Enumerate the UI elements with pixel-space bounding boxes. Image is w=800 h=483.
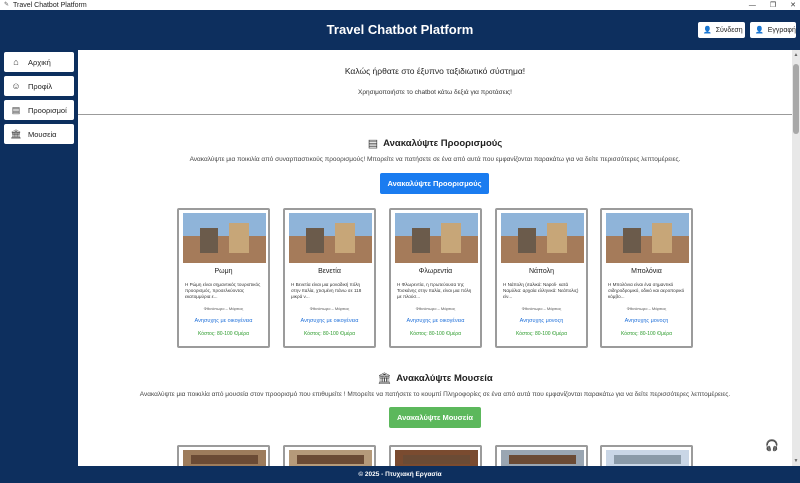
user-plus-icon: 👤 xyxy=(703,27,712,34)
destination-card[interactable]: Βενετία Η Βενετία είναι μια μοναδική πόλ… xyxy=(283,208,376,348)
destination-cost: Κόστος: 80-100 €/μέρα xyxy=(621,331,672,337)
home-icon: ⌂ xyxy=(13,57,19,67)
destination-season: Φθινόπωρο – Μάρτιος xyxy=(203,306,244,311)
window-titlebar: ✎ Travel Chatbot Platform — ❐ ✕ xyxy=(0,0,800,10)
museum-image xyxy=(501,450,584,466)
destination-cost: Κόστος: 80-100 €/μέρα xyxy=(304,331,355,337)
login-label: Σύνδεση xyxy=(715,26,743,34)
divider xyxy=(78,114,792,115)
museum-card[interactable] xyxy=(600,445,693,466)
destination-tag: Ανησυχης με οικογένεια xyxy=(300,318,359,324)
museum-card[interactable] xyxy=(389,445,482,466)
destination-card[interactable]: Νάπολη Η Νάπολη (ιταλικά: Napoli· κατά Ν… xyxy=(495,208,588,348)
destination-image xyxy=(501,213,584,263)
sidebar-item-label: Προορισμοί xyxy=(28,105,67,115)
museum-image xyxy=(606,450,689,466)
destination-description: Η Μπολόνια είναι ένα σημαντικό σιδηροδρο… xyxy=(608,282,685,299)
museum-icon: 🏛 xyxy=(377,373,392,385)
discover-destinations-button[interactable]: Ανακαλύψτε Προορισμούς xyxy=(380,173,489,194)
destination-image xyxy=(606,213,689,263)
sidebar-item-label: Προφίλ xyxy=(28,81,53,91)
app-icon: ✎ xyxy=(4,2,10,8)
sidebar-item-label: Μουσεία xyxy=(28,129,57,139)
destination-description: Η Νάπολη (ιταλικά: Napoli· κατά Ναμύλια:… xyxy=(503,282,579,299)
sidebar-item-home[interactable]: ⌂ Αρχική xyxy=(4,52,74,72)
window-controls: — ❐ ✕ xyxy=(749,0,796,10)
destination-name: Μπολόνια xyxy=(631,268,662,275)
destination-season: Φθινόπωρο – Μάρτιος xyxy=(521,306,562,311)
clipboard-icon: ▤ xyxy=(11,104,21,115)
destination-tag: Ανησυχης με οικογένεια xyxy=(406,318,465,324)
discover-museums-button[interactable]: Ανακαλύψτε Μουσεία xyxy=(389,407,481,428)
sidebar-item-destinations[interactable]: ▤ Προορισμοί xyxy=(4,100,74,120)
scrollbar-thumb[interactable] xyxy=(793,64,799,134)
destination-image xyxy=(289,213,372,263)
destination-card[interactable]: Φλωρεντία Η Φλωρεντία, η πρωτεύουσα της … xyxy=(389,208,482,348)
destination-name: Φλωρεντία xyxy=(418,268,453,275)
destination-description: Η Ρώμη είναι σημαντικός τουριστικός προο… xyxy=(185,282,261,299)
destination-season: Φθινόπωρο – Μάρτιος xyxy=(626,306,667,311)
destination-card[interactable]: Ρωμη Η Ρώμη είναι σημαντικός τουριστικός… xyxy=(177,208,270,348)
vertical-scrollbar[interactable]: ▲ ▼ xyxy=(792,50,800,466)
museum-image xyxy=(289,450,372,466)
clipboard-icon: ▤ xyxy=(367,138,379,150)
destinations-title: ▤ Ανακαλύψτε Προορισμούς xyxy=(78,137,792,150)
chatbot-button[interactable]: 🎧 xyxy=(762,435,782,455)
register-button[interactable]: 👤 Εγγραφή xyxy=(750,22,796,38)
sidebar-item-profile[interactable]: ☺ Προφίλ xyxy=(4,76,74,96)
destination-cost: Κόστος: 80-100 €/μέρα xyxy=(410,331,461,337)
destination-description: Η Βενετία είναι μια μοναδική πόλη στην Ι… xyxy=(291,282,362,299)
maximize-button[interactable]: ❐ xyxy=(770,1,776,9)
destination-tag: Ανησυχης μονοςη xyxy=(624,318,669,324)
destination-image xyxy=(395,213,478,263)
scroll-up-icon[interactable]: ▲ xyxy=(792,52,800,58)
destination-name: Ρωμη xyxy=(214,268,233,275)
destinations-description: Ανακαλύψτε μια ποικιλία από συναρπαστικο… xyxy=(189,156,681,163)
museum-card[interactable] xyxy=(495,445,588,466)
destination-image xyxy=(183,213,266,263)
destination-season: Φθινόπωρο – Μάρτιος xyxy=(309,306,350,311)
register-label: Εγγραφή xyxy=(767,26,796,34)
museums-description: Ανακαλύψτε μια ποικιλία από μουσεία στον… xyxy=(139,391,731,398)
destination-cost: Κόστος: 80-100 €/μέρα xyxy=(198,331,249,337)
museum-image xyxy=(395,450,478,466)
destination-cost: Κόστος: 80-100 €/μέρα xyxy=(516,331,567,337)
main-content: Καλώς ήρθατε στο έξυπνο ταξιδιωτικό σύστ… xyxy=(78,50,792,466)
destination-tag: Ανησυχης μονοςη xyxy=(519,318,564,324)
destination-tag: Ανησυχης με οικογένεια xyxy=(194,318,253,324)
destination-season: Φθινόπωρο – Μάρτιος xyxy=(415,306,456,311)
sidebar: ⌂ Αρχική ☺ Προφίλ ▤ Προορισμοί 🏛 Μουσεία xyxy=(0,50,78,468)
welcome-heading: Καλώς ήρθατε στο έξυπνο ταξιδιωτικό σύστ… xyxy=(344,66,526,76)
minimize-button[interactable]: — xyxy=(749,2,756,9)
scroll-down-icon[interactable]: ▼ xyxy=(792,458,800,464)
welcome-subtitle: Χρησιμοποιήστε το chatbot κάτω δεξιά για… xyxy=(358,89,512,96)
destination-name: Νάπολη xyxy=(529,268,554,275)
sidebar-item-museums[interactable]: 🏛 Μουσεία xyxy=(4,124,74,144)
destination-card[interactable]: Μπολόνια Η Μπολόνια είναι ένα σημαντικό … xyxy=(600,208,693,348)
museum-card[interactable] xyxy=(283,445,376,466)
app-title: Travel Chatbot Platform xyxy=(326,22,474,37)
museums-title-text: Ανακαλύψτε Μουσεία xyxy=(396,373,493,384)
museum-image xyxy=(183,450,266,466)
chatbot-icon: 🎧 xyxy=(765,439,779,452)
user-add-icon: 👤 xyxy=(755,27,764,34)
sidebar-item-label: Αρχική xyxy=(28,57,51,67)
window-title: Travel Chatbot Platform xyxy=(13,1,87,9)
destinations-title-text: Ανακαλύψτε Προορισμούς xyxy=(383,138,503,149)
user-icon: ☺ xyxy=(11,81,21,91)
museum-card[interactable] xyxy=(177,445,270,466)
museums-title: 🏛 Ανακαλύψτε Μουσεία xyxy=(78,372,792,385)
museum-icon: 🏛 xyxy=(10,128,22,139)
close-button[interactable]: ✕ xyxy=(790,1,796,9)
destination-name: Βενετία xyxy=(318,268,341,275)
app-header: Travel Chatbot Platform 👤 Σύνδεση 👤 Εγγρ… xyxy=(0,10,800,50)
footer: © 2025 - Πτυχιακή Εργασία xyxy=(0,466,800,483)
login-button[interactable]: 👤 Σύνδεση xyxy=(698,22,745,38)
destination-description: Η Φλωρεντία, η πρωτεύουσα της Τοσκάνης σ… xyxy=(397,282,472,299)
